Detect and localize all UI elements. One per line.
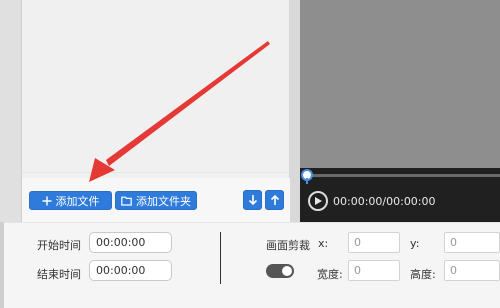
crop-title: 画面剪裁 [266,239,310,252]
file-list-area[interactable] [22,0,291,178]
time-readout: 00:00:00/00:00:00 [333,195,436,208]
end-time-input[interactable]: 00:00:00 [89,260,172,281]
start-time-label: 开始时间 [37,239,81,252]
add-folder-label: 添加文件夹 [136,194,191,208]
crop-toggle-knob [282,266,292,276]
crop-width-input[interactable]: 0 [348,260,400,281]
move-down-button[interactable] [243,190,262,210]
folder-icon [121,196,132,206]
arrow-up-icon [270,194,279,205]
crop-y-input[interactable]: 0 [444,232,500,253]
plus-icon [42,196,52,206]
progress-track[interactable] [302,174,500,177]
add-file-button[interactable]: 添加文件 [29,191,112,210]
video-preview [300,0,500,168]
crop-width-label: 宽度: [317,268,343,281]
left-frame-strip [0,0,22,222]
end-time-label: 结束时间 [37,268,81,281]
section-divider [220,232,221,284]
crop-x-input[interactable]: 0 [348,232,400,253]
settings-panel [0,222,500,308]
play-button[interactable] [308,191,328,211]
crop-height-input[interactable]: 0 [444,260,500,281]
add-file-label: 添加文件 [55,194,100,208]
crop-y-label: y: [410,237,420,250]
panel-separator [290,0,300,222]
move-up-button[interactable] [265,190,284,210]
crop-height-label: 高度: [410,268,436,281]
arrow-down-icon [248,195,257,206]
start-time-input[interactable]: 00:00:00 [89,232,172,253]
left-edge [0,222,4,308]
add-folder-button[interactable]: 添加文件夹 [115,191,197,210]
progress-handle-stem [306,178,308,184]
play-icon [315,197,322,205]
crop-x-label: x: [318,237,329,250]
